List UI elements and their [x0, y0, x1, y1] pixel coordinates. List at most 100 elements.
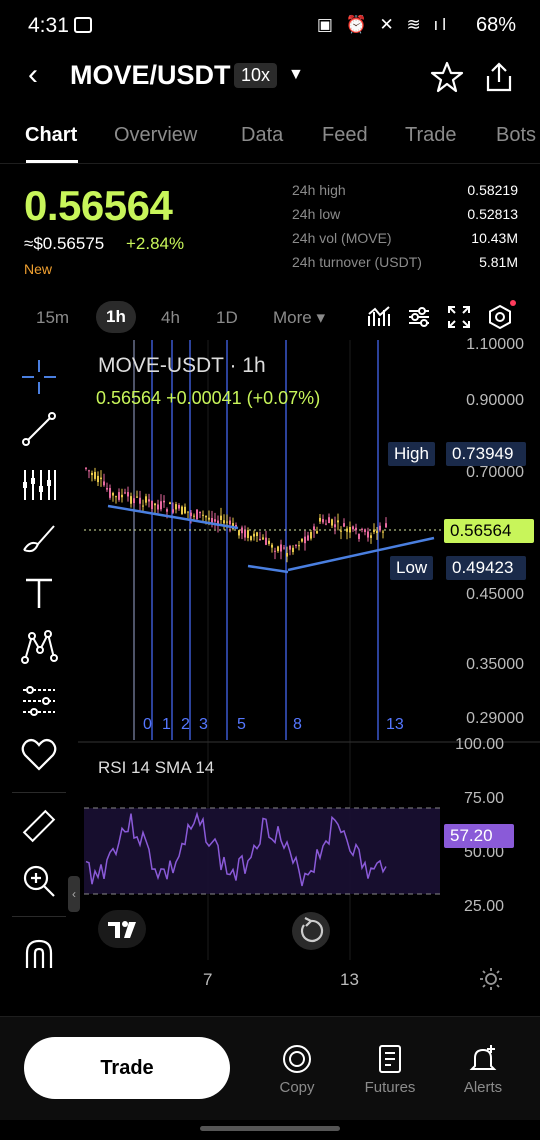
- tab-overview[interactable]: Overview: [114, 124, 197, 147]
- candle-body: [106, 488, 108, 490]
- candle-body: [268, 540, 270, 544]
- tradingview-logo[interactable]: [98, 910, 146, 948]
- candle-body: [292, 547, 294, 553]
- candle-body: [205, 516, 207, 518]
- indicators-icon[interactable]: [366, 304, 392, 330]
- notification-dot: [510, 300, 516, 306]
- crosshair-icon[interactable]: [20, 358, 58, 396]
- candle-body: [166, 509, 168, 512]
- drawing-toolbar: [0, 340, 78, 1000]
- tab-feed[interactable]: Feed: [322, 124, 368, 147]
- brightness-icon[interactable]: [478, 966, 504, 992]
- y-axis-label: 1.10000: [466, 336, 524, 353]
- candle-body: [265, 537, 267, 545]
- candle-body: [226, 521, 228, 523]
- candle-body: [97, 475, 99, 483]
- candle-body: [352, 526, 354, 530]
- reset-chart-icon[interactable]: [292, 912, 330, 950]
- candle-body: [373, 529, 375, 533]
- ruler-icon[interactable]: [20, 808, 58, 846]
- chart-title: MOVE-USDT · 1h: [98, 354, 266, 377]
- x-axis-label: 7: [203, 970, 213, 989]
- candle-body: [163, 500, 165, 503]
- rsi-axis-label: 100.00: [455, 736, 504, 753]
- sliders-icon[interactable]: [406, 304, 432, 330]
- candle-body: [310, 532, 312, 539]
- chart-area[interactable]: MOVE-USDT · 1h 0.56564 +0.00041 (+0.07%)…: [78, 336, 540, 1000]
- stat-value: 5.81M: [479, 254, 518, 270]
- candle-body: [271, 544, 273, 548]
- text-tool-icon[interactable]: [20, 574, 58, 612]
- fib-tool-icon[interactable]: [20, 466, 58, 504]
- back-icon[interactable]: ‹: [28, 60, 38, 90]
- alerts-bell-icon: [469, 1045, 497, 1070]
- magnet-icon[interactable]: [20, 936, 58, 974]
- candle-body: [202, 514, 204, 516]
- favorite-star-icon[interactable]: [430, 60, 464, 94]
- nav-alerts[interactable]: Alerts: [443, 1043, 523, 1096]
- caret-down-icon[interactable]: ▼: [288, 66, 304, 84]
- candle-body: [331, 519, 333, 526]
- rsi-title: RSI 14 SMA 14: [98, 758, 215, 777]
- chart-settings-icon[interactable]: [487, 304, 513, 330]
- current-price-tag: 0.56564: [444, 519, 534, 543]
- candle-body: [370, 535, 372, 538]
- stat-row: 24h high 0.58219: [292, 182, 518, 206]
- candle-body: [133, 498, 135, 504]
- leverage-badge[interactable]: 10x: [234, 63, 278, 88]
- prediction-tool-icon[interactable]: [20, 682, 58, 720]
- candle-body: [316, 531, 318, 534]
- nav-copy[interactable]: Copy: [257, 1043, 337, 1096]
- candle-body: [274, 550, 276, 552]
- candle-body: [262, 537, 264, 540]
- tab-trade[interactable]: Trade: [405, 124, 457, 147]
- tab-data[interactable]: Data: [241, 124, 283, 147]
- low-value: 0.49423: [446, 556, 526, 580]
- fullscreen-icon[interactable]: [446, 304, 472, 330]
- divider: [12, 916, 66, 917]
- interval-1h[interactable]: 1h: [96, 301, 136, 333]
- interval-1d[interactable]: 1D: [216, 308, 238, 328]
- candle-body: [124, 492, 126, 494]
- candle-body: [160, 501, 162, 510]
- fib-label: 13: [386, 716, 404, 733]
- candle-body: [253, 533, 255, 537]
- candle-body: [214, 519, 216, 522]
- copy-icon: [283, 1045, 311, 1073]
- zoom-in-icon[interactable]: [20, 862, 58, 900]
- interval-4h[interactable]: 4h: [161, 308, 180, 328]
- candle-body: [298, 545, 300, 547]
- heart-icon[interactable]: [20, 736, 58, 774]
- interval-15m[interactable]: 15m: [36, 308, 69, 328]
- candle-body: [148, 499, 150, 502]
- candle-body: [190, 512, 192, 517]
- candle-body: [277, 546, 279, 552]
- tab-chart[interactable]: Chart: [25, 124, 77, 147]
- candle-body: [382, 531, 384, 533]
- stat-row: 24h turnover (USDT) 5.81M: [292, 254, 518, 278]
- interval-more[interactable]: More ▾: [273, 308, 325, 328]
- trade-button[interactable]: Trade: [24, 1037, 230, 1099]
- fib-label: 3: [199, 716, 208, 733]
- stat-label: 24h turnover (USDT): [292, 254, 422, 270]
- pair-title[interactable]: MOVE/USDT: [70, 60, 231, 91]
- pattern-tool-icon[interactable]: [20, 628, 58, 666]
- candle-body: [385, 523, 387, 528]
- candle-body: [295, 545, 297, 547]
- candle-body: [151, 500, 153, 509]
- nav-futures[interactable]: Futures: [350, 1043, 430, 1096]
- brush-tool-icon[interactable]: [20, 520, 58, 558]
- trendline-tool-icon[interactable]: [20, 410, 58, 448]
- high-label: High: [388, 442, 435, 466]
- candle-body: [280, 544, 282, 552]
- stat-row: 24h vol (MOVE) 10.43M: [292, 230, 518, 254]
- header: ‹ MOVE/USDT 10x ▼: [0, 52, 540, 104]
- candle-body: [196, 509, 198, 520]
- share-icon[interactable]: [482, 60, 516, 94]
- stat-label: 24h low: [292, 206, 341, 222]
- tab-bots[interactable]: Bots: [496, 124, 536, 147]
- stat-label: 24h vol (MOVE): [292, 230, 392, 246]
- candle-body: [319, 517, 321, 522]
- candle-body: [109, 488, 111, 498]
- candle-body: [112, 492, 114, 496]
